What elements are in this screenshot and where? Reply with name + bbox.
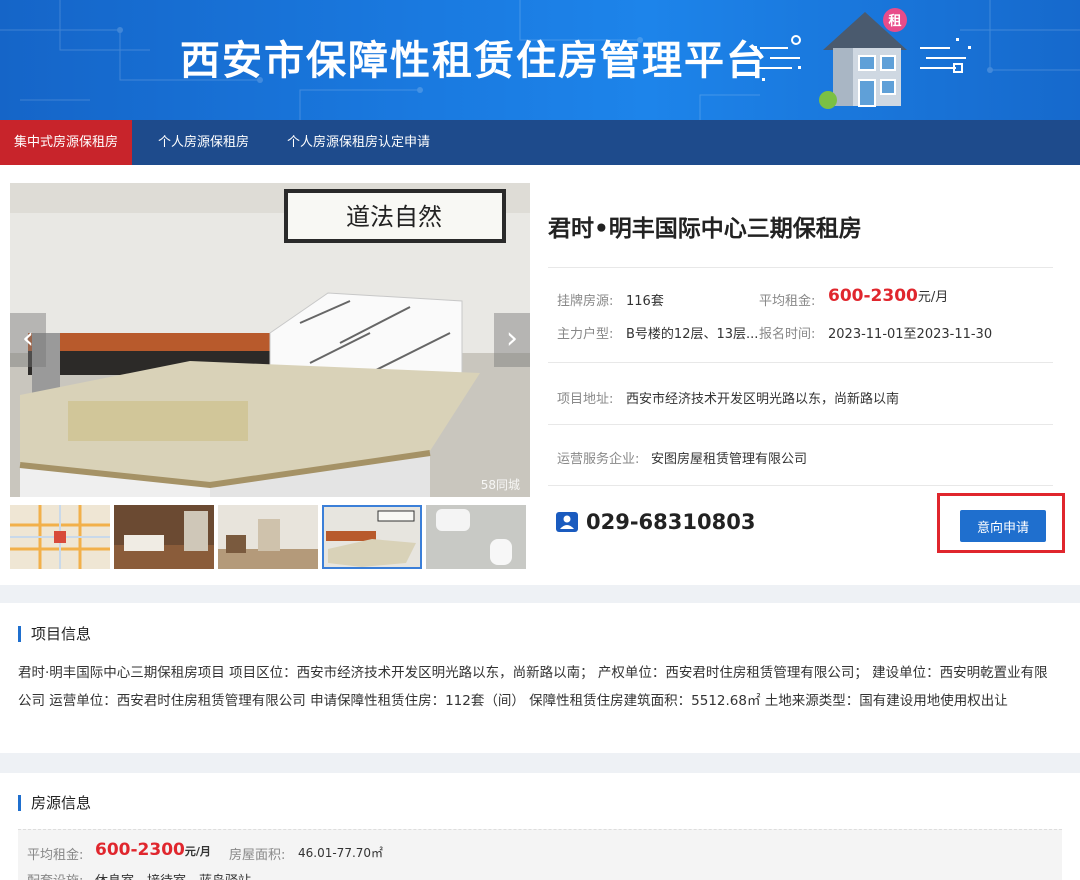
divider — [548, 267, 1053, 268]
main-photo: 道法自然 ‹ › 58同城 — [10, 183, 530, 497]
map-thumbnail — [10, 505, 110, 569]
site-title: 西安市保障性租赁住房管理平台 — [180, 38, 768, 84]
thumbnail-hallway[interactable] — [218, 505, 318, 569]
bedroom-thumbnail — [322, 505, 422, 569]
thumbnail-living-room[interactable] — [114, 505, 214, 569]
divider — [548, 424, 1053, 425]
thumbnail-bedroom[interactable] — [322, 505, 422, 569]
listing-info-section: 房源信息 平均租金: 600-2300元/月 房屋面积: 46.01-77.70… — [0, 773, 1080, 880]
rent-badge: 租 — [888, 14, 901, 29]
layout-label: 主力户型: — [557, 327, 614, 342]
listed-label: 挂牌房源: — [557, 294, 614, 309]
decor-lines-icon — [920, 38, 971, 73]
project-summary-card: 道法自然 ‹ › 58同城 君时•明丰国际中心三期保租房 挂牌房源: 116套 … — [0, 165, 1080, 585]
avg-rent: 600-2300元/月 — [828, 286, 948, 306]
thumbnail-strip — [10, 505, 530, 570]
avg-rent-label: 平均租金: — [759, 294, 816, 309]
project-info-text: 君时·明丰国际中心三期保租房项目 项目区位：西安市经济技术开发区明光路以东，尚新… — [18, 665, 1048, 709]
contact-phone: 029-68310803 — [556, 510, 755, 534]
header-banner: 西安市保障性租赁住房管理平台 租 — [0, 0, 1080, 120]
bedroom-photo: 道法自然 — [10, 183, 530, 497]
project-title: 君时•明丰国际中心三期保租房 — [548, 216, 862, 242]
apply-intent-button[interactable]: 意向申请 — [960, 510, 1046, 542]
signup-value: 2023-11-01至2023-11-30 — [828, 327, 993, 342]
listed-value: 116套 — [626, 294, 664, 309]
listing-rent-value: 600-2300 — [95, 840, 185, 860]
listing-info-box: 平均租金: 600-2300元/月 房屋面积: 46.01-77.70㎡ 配套设… — [18, 829, 1062, 880]
photo-watermark: 58同城 — [480, 478, 520, 492]
address-value: 西安市经济技术开发区明光路以东，尚新路以南 — [626, 392, 900, 407]
facilities-label: 配套设施: — [27, 870, 83, 880]
tab-individual-certification[interactable]: 个人房源保租房认定申请 — [287, 120, 430, 165]
area-label: 房屋面积: — [229, 848, 286, 863]
divider — [548, 362, 1053, 363]
address-label: 项目地址: — [557, 392, 614, 407]
next-photo-button[interactable]: › — [494, 313, 530, 367]
operator-value: 安图房屋租赁管理有限公司 — [651, 452, 808, 467]
operator-label: 运营服务企业: — [557, 452, 640, 467]
bathroom-thumbnail — [426, 505, 526, 569]
divider — [548, 485, 1053, 486]
calligraphy-text: 道法自然 — [346, 203, 442, 231]
decor-lines-icon — [754, 35, 801, 81]
living-room-thumbnail — [114, 505, 214, 569]
avg-rent-value: 600-2300 — [828, 286, 918, 306]
facilities-value: 休息室、接待室、蓝岛驿站 — [95, 870, 251, 880]
signup-label: 报名时间: — [759, 327, 816, 342]
listing-rent-label: 平均租金: — [27, 848, 84, 863]
layout-value: B号楼的12层、13层... — [626, 327, 759, 342]
tab-centralized-housing[interactable]: 集中式房源保租房 — [0, 120, 133, 165]
hallway-thumbnail — [218, 505, 318, 569]
prev-photo-button[interactable]: ‹ — [10, 313, 46, 367]
section-heading: 项目信息 — [18, 626, 91, 642]
project-info-section: 项目信息 君时·明丰国际中心三期保租房项目 项目区位：西安市经济技术开发区明光路… — [0, 603, 1080, 753]
avg-rent-unit: 元/月 — [917, 290, 949, 305]
phone-number: 029-68310803 — [586, 510, 756, 534]
listing-rent: 600-2300元/月 — [95, 840, 211, 860]
contact-card-icon — [556, 512, 578, 532]
apply-highlight-box: 意向申请 — [937, 493, 1065, 553]
area-value: 46.01-77.70㎡ — [298, 846, 384, 860]
thumbnail-bathroom[interactable] — [426, 505, 526, 569]
tab-individual-housing[interactable]: 个人房源保租房 — [158, 120, 249, 165]
main-nav: 集中式房源保租房 个人房源保租房 个人房源保租房认定申请 — [0, 120, 1080, 165]
listing-rent-unit: 元/月 — [184, 845, 211, 858]
thumbnail-map[interactable] — [10, 505, 110, 569]
house-icon: 租 — [819, 8, 907, 109]
section-heading: 房源信息 — [18, 795, 91, 811]
